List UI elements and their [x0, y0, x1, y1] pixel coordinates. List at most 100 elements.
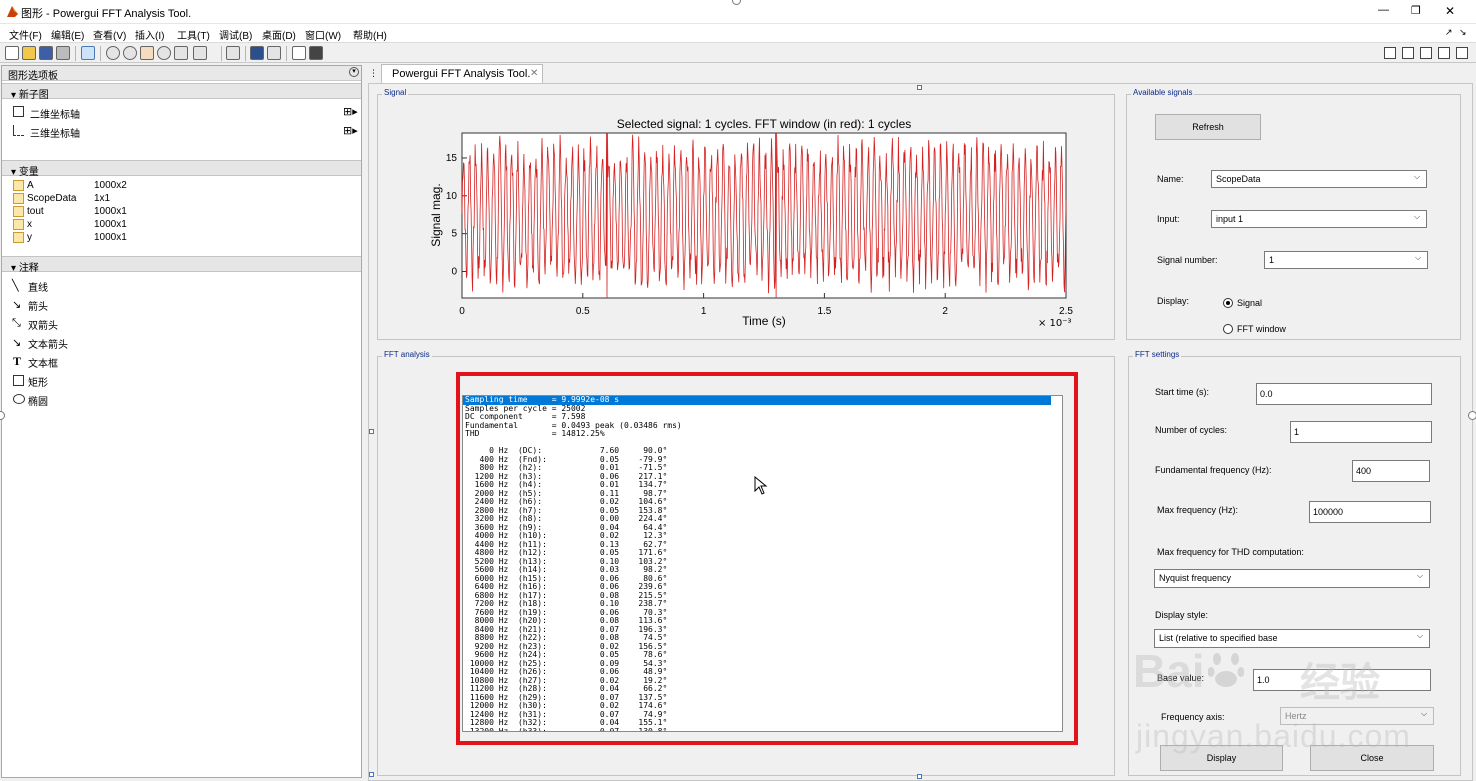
- section-new-subplot[interactable]: ▾ 新子图: [2, 83, 361, 101]
- annotation-text-arrow[interactable]: 文本箭头: [28, 336, 68, 351]
- new-figure-icon[interactable]: [5, 46, 19, 60]
- palette-header: 图形选项板 ▾: [2, 66, 361, 82]
- data-cursor-icon[interactable]: [174, 46, 188, 60]
- radio-signal-label: Signal: [1237, 298, 1263, 308]
- thd-frequency-dropdown[interactable]: Nyquist frequency ⌵: [1154, 569, 1430, 588]
- start-time-input[interactable]: 0.0: [1256, 383, 1432, 405]
- resize-handle[interactable]: [917, 774, 922, 779]
- refresh-button[interactable]: Refresh: [1155, 114, 1261, 140]
- menu-debug[interactable]: 调试(B): [219, 27, 252, 42]
- fundamental-frequency-input[interactable]: 400: [1352, 460, 1430, 482]
- menu-view[interactable]: 查看(V): [93, 27, 126, 42]
- restore-icon[interactable]: ↘: [1459, 27, 1467, 38]
- signal-number-value: 1: [1269, 255, 1275, 265]
- window-resize-handle[interactable]: [1468, 411, 1476, 420]
- available-signals-panel: Available signals Refresh Name: ScopeDat…: [1126, 88, 1461, 340]
- annotation-arrow[interactable]: 箭头: [28, 298, 48, 313]
- annotation-double-arrow[interactable]: 双箭头: [28, 317, 58, 332]
- palette-menu-icon[interactable]: ▾: [349, 67, 359, 77]
- maximize-button[interactable]: ❐: [1411, 4, 1421, 17]
- collapse-icon: ▾: [11, 263, 19, 274]
- minimize-button[interactable]: —: [1378, 4, 1389, 16]
- open-file-icon[interactable]: [22, 46, 36, 60]
- tile-layout-icon[interactable]: [1384, 47, 1396, 59]
- max-frequency-input[interactable]: 100000: [1309, 501, 1431, 523]
- grid-select-icon[interactable]: ⊞▸: [343, 124, 358, 137]
- zoom-in-icon[interactable]: [106, 46, 120, 60]
- menu-window[interactable]: 窗口(W): [305, 27, 341, 42]
- insert-legend-icon[interactable]: [267, 46, 281, 60]
- undock-icon[interactable]: ↗: [1445, 27, 1453, 38]
- toolbar: [0, 42, 1476, 63]
- annotation-line[interactable]: 直线: [28, 279, 48, 294]
- rectangle-icon: [13, 375, 24, 386]
- mouse-cursor-icon: [754, 476, 768, 495]
- signal-number-label: Signal number:: [1157, 255, 1218, 265]
- tab-fft-tool[interactable]: Powergui FFT Analysis Tool. ✕: [381, 64, 543, 83]
- signal-chart[interactable]: Selected signal: 1 cycles. FFT window (i…: [378, 95, 1114, 339]
- brush-icon[interactable]: [193, 46, 207, 60]
- chevron-down-icon: ⌵: [1417, 631, 1424, 640]
- paw-logo-icon: [1208, 653, 1244, 687]
- cycles-input[interactable]: 1: [1290, 421, 1432, 443]
- display-label: Display:: [1157, 296, 1190, 306]
- menu-file[interactable]: 文件(F): [9, 27, 42, 42]
- fft-analysis-label: FFT analysis: [382, 350, 432, 359]
- input-value: input 1: [1216, 214, 1244, 224]
- menu-insert[interactable]: 插入(I): [135, 27, 164, 42]
- hide-plot-tools-icon[interactable]: [292, 46, 306, 60]
- print-icon[interactable]: [56, 46, 70, 60]
- maximize-layout-icon[interactable]: [1456, 47, 1468, 59]
- float-layout-icon[interactable]: [1438, 47, 1450, 59]
- pan-icon[interactable]: [140, 46, 154, 60]
- variable-name[interactable]: x: [27, 219, 32, 230]
- toolbar-separator: [100, 46, 101, 61]
- annotation-text-box[interactable]: 文本框: [28, 355, 58, 370]
- section-annotations[interactable]: ▾ 注释: [2, 256, 361, 274]
- menu-bar: 文件(F) 编辑(E) 查看(V) 插入(I) 工具(T) 调试(B) 桌面(D…: [0, 24, 1476, 42]
- show-plot-tools-icon[interactable]: [309, 46, 323, 60]
- watermark-url: jingyan.baidu.com: [1136, 718, 1411, 754]
- resize-handle[interactable]: [369, 429, 374, 434]
- signal-number-dropdown[interactable]: 1 ⌵: [1264, 251, 1428, 269]
- annotation-ellipse[interactable]: 椭圆: [28, 393, 48, 408]
- variable-size: 1x1: [94, 193, 111, 204]
- edit-plot-icon[interactable]: [81, 46, 95, 60]
- variable-name[interactable]: ScopeData: [27, 193, 76, 204]
- annotation-rectangle[interactable]: 矩形: [28, 374, 48, 389]
- menu-tools[interactable]: 工具(T): [177, 27, 210, 42]
- top-bottom-layout-icon[interactable]: [1420, 47, 1432, 59]
- link-plot-icon[interactable]: [226, 46, 240, 60]
- menu-edit[interactable]: 编辑(E): [51, 27, 84, 42]
- input-dropdown[interactable]: input 1 ⌵: [1211, 210, 1427, 228]
- resize-handle[interactable]: [917, 85, 922, 90]
- close-button[interactable]: ✕: [1445, 4, 1455, 18]
- insert-colorbar-icon[interactable]: [250, 46, 264, 60]
- menu-desktop[interactable]: 桌面(D): [262, 27, 296, 42]
- window-title: 图形 - Powergui FFT Analysis Tool.: [21, 8, 192, 20]
- save-icon[interactable]: [39, 46, 53, 60]
- grid-select-icon[interactable]: ⊞▸: [343, 105, 358, 118]
- radio-signal[interactable]: [1223, 298, 1233, 308]
- resize-handle[interactable]: [369, 772, 374, 777]
- variable-name[interactable]: A: [27, 180, 34, 191]
- menu-help[interactable]: 帮助(H): [353, 27, 387, 42]
- tab-close-icon[interactable]: ✕: [530, 68, 538, 79]
- line-icon: ╲: [12, 280, 19, 292]
- y-tick-label: 0: [451, 267, 457, 278]
- variable-icon: [13, 180, 24, 191]
- variable-name[interactable]: tout: [27, 206, 44, 217]
- palette-item-2d-axes[interactable]: 二维坐标轴: [30, 106, 80, 121]
- left-right-layout-icon[interactable]: [1402, 47, 1414, 59]
- name-dropdown[interactable]: ScopeData ⌵: [1211, 170, 1427, 188]
- section-variables[interactable]: ▾ 变量: [2, 160, 361, 178]
- input-label: Input:: [1157, 214, 1180, 224]
- rotate-3d-icon[interactable]: [157, 46, 171, 60]
- x-tick-label: 2: [942, 306, 948, 317]
- variable-name[interactable]: y: [27, 232, 32, 243]
- zoom-out-icon[interactable]: [123, 46, 137, 60]
- radio-fft-window[interactable]: [1223, 324, 1233, 334]
- palette-item-3d-axes[interactable]: 三维坐标轴: [30, 125, 80, 140]
- x-tick-label: 1.5: [817, 306, 831, 317]
- name-value: ScopeData: [1216, 174, 1261, 184]
